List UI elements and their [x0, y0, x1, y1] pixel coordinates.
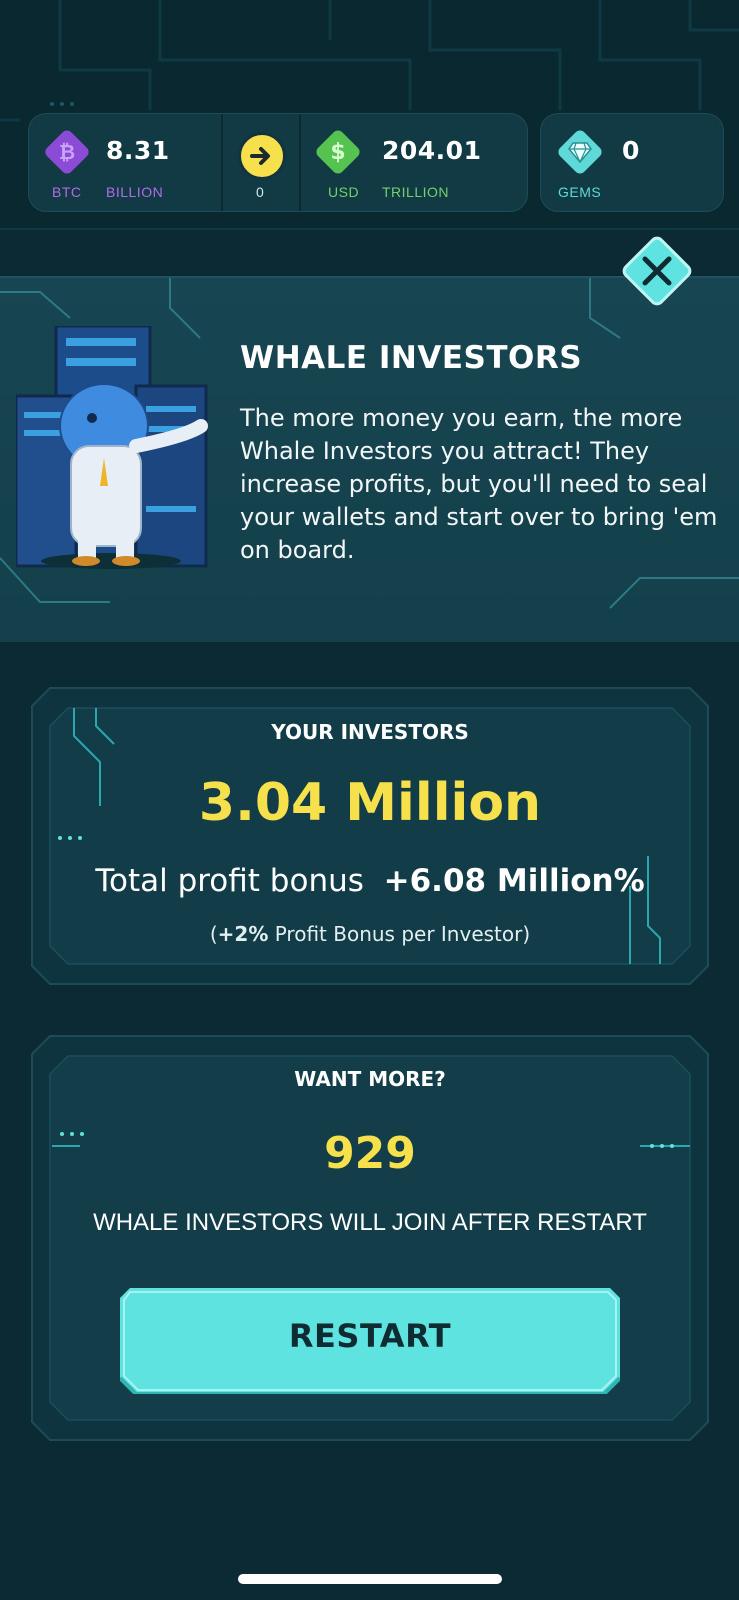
banner-description: The more money you earn, the more Whale …	[240, 404, 718, 564]
btc-value: 8.31	[106, 136, 170, 165]
per-investor-value: +2%	[217, 922, 269, 946]
investors-title: YOUR INVESTORS	[271, 720, 469, 744]
home-indicator[interactable]	[238, 1574, 502, 1584]
paren-open: (	[209, 922, 218, 946]
close-button[interactable]	[618, 232, 696, 310]
restart-label: RESTART	[288, 1317, 452, 1355]
boost-button[interactable]	[238, 132, 286, 180]
new-investors-count: 929	[324, 1128, 416, 1179]
profit-bonus-line: Total profit bonus +6.08 Million%	[0, 863, 739, 899]
profit-value: +6.08 Million%	[383, 863, 645, 899]
divider	[299, 114, 301, 211]
want-more-title: WANT MORE?	[294, 1067, 446, 1091]
dollar-icon: $	[330, 139, 346, 165]
banner-title: WHALE INVESTORS	[240, 340, 583, 376]
arrow-right-icon	[250, 147, 270, 165]
boost-count: 0	[256, 184, 265, 200]
profit-label: Total profit bonus	[95, 863, 364, 899]
whale-investor-illustration	[16, 326, 208, 569]
usd-unit: TRILLION	[382, 184, 450, 200]
per-investor-line: (+2% Profit Bonus per Investor)	[0, 922, 739, 946]
gem-icon	[568, 142, 592, 163]
divider	[221, 114, 223, 211]
btc-unit: BILLION	[106, 184, 164, 200]
bitcoin-icon: ₿	[58, 139, 76, 164]
gems-label: GEMS	[558, 184, 602, 200]
gems-value: 0	[622, 136, 640, 165]
btc-label: BTC	[52, 184, 82, 200]
per-investor-text: Profit Bonus per Investor)	[268, 922, 531, 946]
usd-value: 204.01	[382, 136, 482, 165]
investors-count: 3.04 Million	[198, 773, 542, 833]
restart-caption: WHALE INVESTORS WILL JOIN AFTER RESTART	[93, 1209, 647, 1236]
usd-label: USD	[328, 184, 360, 200]
